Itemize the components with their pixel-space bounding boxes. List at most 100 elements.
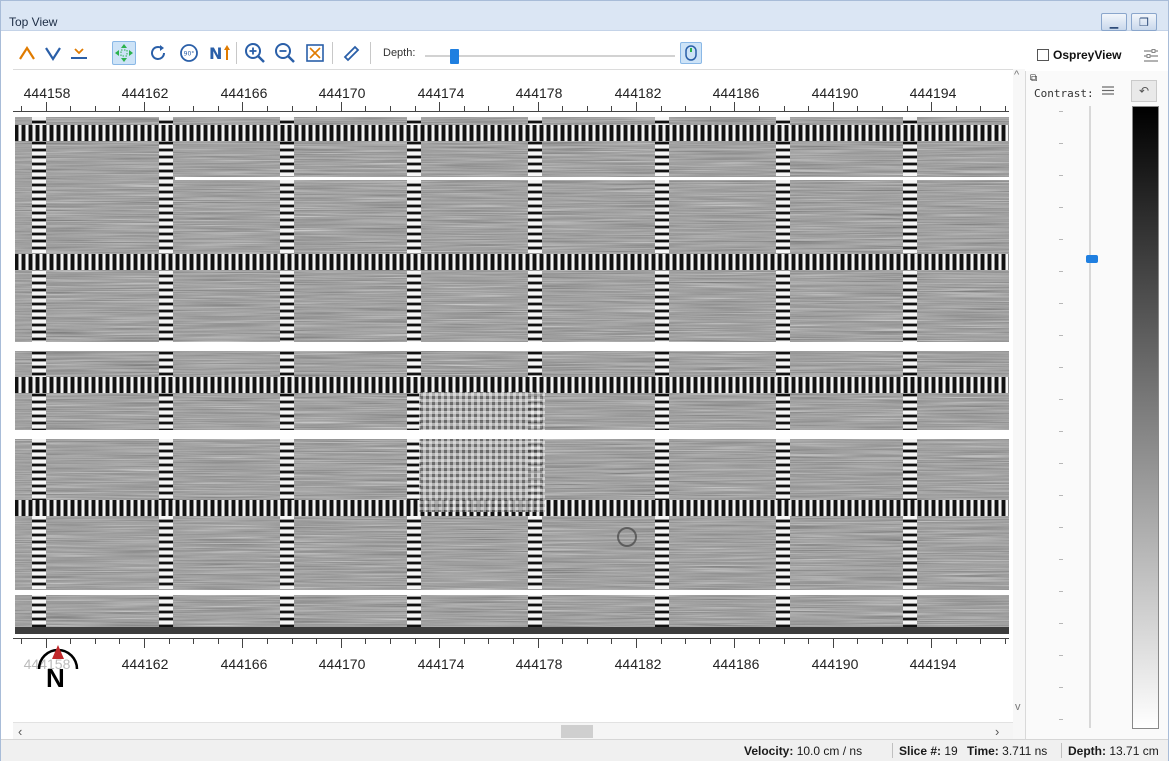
toolbar: 90° N Depth: OspreyView <box>1 38 1168 68</box>
gpr-horizontal-rebar <box>15 125 1009 141</box>
depth-slider-track[interactable] <box>425 55 675 57</box>
restore-button[interactable]: ❐ <box>1131 13 1157 31</box>
status-separator <box>1061 743 1062 758</box>
rotate-90-icon[interactable]: 90° <box>177 41 201 65</box>
ruler-tick <box>980 106 981 111</box>
ruler-tick <box>390 639 391 644</box>
ruler-tick <box>95 106 96 111</box>
fit-to-view-icon[interactable] <box>303 41 327 65</box>
gpr-horizontal-rebar <box>15 377 1009 393</box>
contrast-tick <box>1059 399 1063 400</box>
ruler-tick <box>759 106 760 111</box>
svg-text:90°: 90° <box>184 51 195 58</box>
north-up-icon[interactable]: N <box>208 41 232 65</box>
scroll-up-icon[interactable]: ^ <box>1014 69 1019 81</box>
ruler-label: 444182 <box>614 656 662 672</box>
scroll-left-icon[interactable]: ‹ <box>18 724 22 739</box>
ruler-tick <box>292 106 293 111</box>
ruler-tick <box>833 102 834 111</box>
ruler-tick <box>1005 639 1006 644</box>
ruler-label: 444162 <box>121 656 169 672</box>
gpr-vertical-rebar <box>407 117 421 634</box>
osprey-view-checkbox[interactable] <box>1037 49 1049 61</box>
rotate-cw-icon[interactable] <box>147 41 171 65</box>
baseline-icon[interactable] <box>67 41 91 65</box>
ruler-label: 444194 <box>909 656 957 672</box>
ruler-label: 444182 <box>614 85 662 101</box>
zoom-in-icon[interactable] <box>243 41 267 65</box>
options-menu-icon[interactable] <box>1143 49 1159 66</box>
ruler-tick <box>341 102 342 111</box>
ruler-tick <box>562 639 563 644</box>
contrast-tick <box>1059 239 1063 240</box>
gpr-vertical-rebar <box>776 117 790 634</box>
top-view-canvas[interactable]: 444158 444162 444166 444170 444174 444178 4441… <box>13 69 1013 739</box>
ruler-tick <box>267 106 268 111</box>
ruler-tick <box>316 639 317 644</box>
ruler-tick <box>464 639 465 644</box>
ruler-tick <box>513 106 514 111</box>
ruler-tick <box>587 639 588 644</box>
ruler-tick <box>341 639 342 648</box>
ruler-label: 444174 <box>417 85 465 101</box>
toolbar-separator <box>236 42 237 64</box>
ruler-tick <box>144 639 145 648</box>
depth-slider-thumb[interactable] <box>450 49 459 64</box>
contrast-tick <box>1059 143 1063 144</box>
ruler-label: 444186 <box>712 656 760 672</box>
horizontal-scrollbar[interactable]: ‹ › <box>13 722 1013 739</box>
depth-status: Depth: 13.71 cm <box>1068 744 1159 758</box>
ruler-tick <box>538 102 539 111</box>
ruler-tick <box>980 639 981 644</box>
horizontal-scroll-thumb[interactable] <box>561 725 593 738</box>
gpr-vertical-rebar <box>32 117 46 634</box>
gpr-scan-gap <box>15 342 1009 351</box>
toolbar-separator <box>332 42 333 64</box>
ruler-label: 444178 <box>515 85 563 101</box>
ruler-icon[interactable] <box>339 41 363 65</box>
ruler-tick <box>169 106 170 111</box>
ruler-tick <box>415 106 416 111</box>
contrast-options-icon[interactable] <box>1102 85 1114 99</box>
ruler-label: 444166 <box>220 85 268 101</box>
mouse-mode-icon[interactable] <box>680 42 702 64</box>
contrast-tick <box>1059 591 1063 592</box>
contrast-tick <box>1059 655 1063 656</box>
ruler-tick <box>734 639 735 648</box>
scroll-down-icon[interactable]: v <box>1015 701 1021 713</box>
gpr-bottom-edge <box>15 627 1009 634</box>
ruler-label: 444166 <box>220 656 268 672</box>
contrast-tick <box>1059 367 1063 368</box>
ruler-tick <box>439 639 440 648</box>
status-bar: Velocity: 10.0 cm / ns Slice #: 19 Time:… <box>1 739 1168 761</box>
north-label: N <box>46 663 65 693</box>
ruler-tick <box>365 106 366 111</box>
ruler-tick <box>70 106 71 111</box>
pan-icon[interactable] <box>112 41 136 65</box>
contrast-slider-track[interactable] <box>1089 106 1091 728</box>
contrast-reset-button[interactable]: ↶ <box>1131 80 1157 102</box>
ruler-tick <box>882 106 883 111</box>
ruler-label: 444178 <box>515 656 563 672</box>
peak-down-icon[interactable] <box>41 41 65 65</box>
minimize-button[interactable]: ▁ <box>1101 13 1127 31</box>
peak-up-icon[interactable] <box>15 41 39 65</box>
toolbar-separator <box>370 42 371 64</box>
gpr-slice-image[interactable] <box>15 117 1009 634</box>
vertical-scrollbar[interactable]: ^ v <box>1013 69 1025 739</box>
osprey-view-toggle[interactable]: OspreyView <box>1037 48 1121 62</box>
contrast-tick <box>1059 495 1063 496</box>
ruler-tick <box>907 106 908 111</box>
contrast-tick <box>1059 303 1063 304</box>
zoom-out-icon[interactable] <box>273 41 297 65</box>
contrast-slider-thumb[interactable] <box>1086 255 1098 264</box>
scroll-right-icon[interactable]: › <box>995 724 999 739</box>
window-title: Top View <box>9 15 58 29</box>
dock-pin-icon[interactable]: ⧉ <box>1030 73 1037 84</box>
gpr-anomaly-region <box>419 392 545 512</box>
ruler-tick <box>734 102 735 111</box>
time-status: Time: 3.711 ns <box>967 744 1048 758</box>
ruler-tick <box>144 102 145 111</box>
ruler-tick <box>46 102 47 111</box>
ruler-tick <box>513 639 514 644</box>
